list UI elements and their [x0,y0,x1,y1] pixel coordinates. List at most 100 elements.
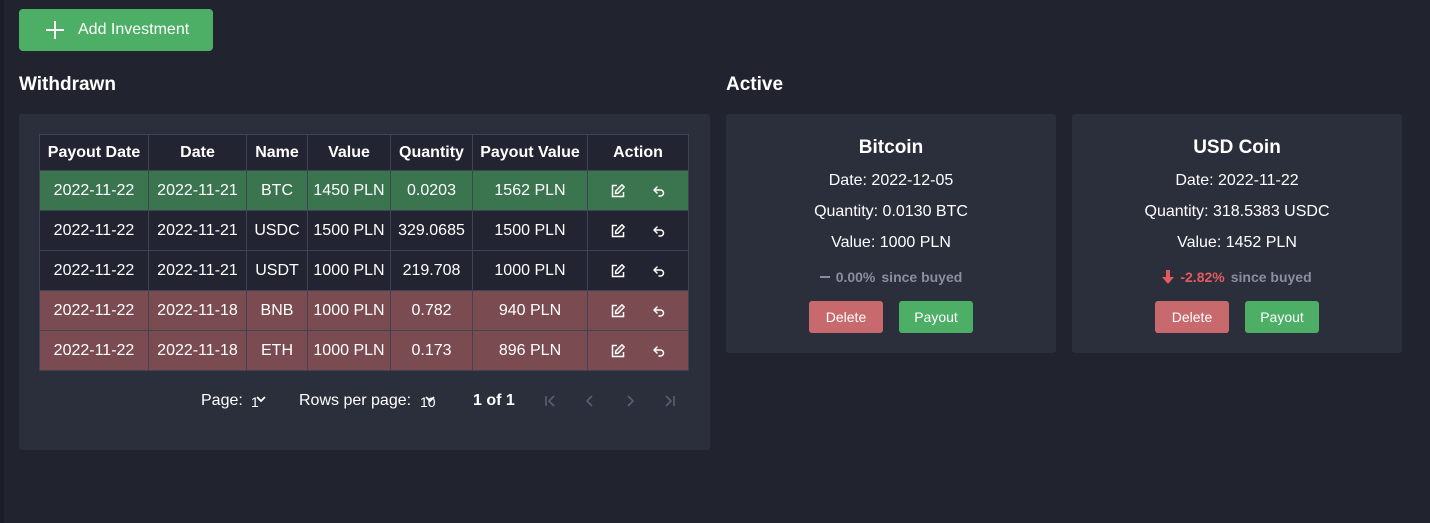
cell-name: USDC [246,210,308,251]
cell-date: 2022-11-21 [148,250,247,291]
card-date: Date: 2022-12-05 [828,172,954,189]
card-change: -2.82% since buyed [1072,269,1402,285]
table-row: 2022-11-22 2022-11-21 BTC 1450 PLN 0.0203 156… [39,170,689,211]
add-investment-button[interactable]: Add Investment [19,9,213,51]
change-percent: 0.00% [835,269,876,285]
undo-icon[interactable] [652,184,666,198]
withdrawn-panel: Payout Date Date Name Value Quantity Pay… [19,114,710,450]
card-change: 0.00% since buyed [726,269,1056,285]
cell-date: 2022-11-21 [148,210,247,251]
edit-icon[interactable] [610,223,626,239]
column-header-payout-date[interactable]: Payout Date [39,134,149,171]
active-section-title: Active [726,74,784,95]
next-page-icon[interactable] [625,394,635,408]
last-page-icon[interactable] [664,394,676,408]
column-header-payout-value[interactable]: Payout Value [472,134,588,171]
cell-payout-date: 2022-11-22 [39,250,149,291]
prev-page-icon[interactable] [585,394,595,408]
card-quantity: Quantity: 0.0130 BTC [814,203,968,220]
column-header-value[interactable]: Value [307,134,391,171]
arrow-down-icon [1162,270,1175,284]
column-header-date[interactable]: Date [148,134,247,171]
undo-icon[interactable] [652,304,666,318]
page-label: Page: [201,392,243,409]
cell-value: 1000 PLN [307,290,391,331]
cell-name: BTC [246,170,308,211]
card-value: Value: 1452 PLN [1177,234,1297,251]
cell-quantity: 219.708 [390,250,473,291]
undo-icon[interactable] [652,264,666,278]
card-date: Date: 2022-11-22 [1175,172,1299,189]
cell-value: 1500 PLN [307,210,391,251]
cell-payout-value: 896 PLN [472,330,588,371]
cell-action [587,290,689,331]
first-page-icon[interactable] [544,394,556,408]
cell-value: 1000 PLN [307,250,391,291]
change-since-label: since buyed [1230,269,1312,285]
cell-value: 1000 PLN [307,330,391,371]
cell-quantity: 0.782 [390,290,473,331]
rows-per-page-label: Rows per page: [299,392,412,409]
change-since-label: since buyed [881,269,963,285]
rows-per-page-value: 10 [420,394,436,410]
cell-payout-date: 2022-11-22 [39,290,149,331]
cell-payout-value: 1000 PLN [472,250,588,291]
page-select-value: 1 [251,394,259,410]
cell-payout-value: 940 PLN [472,290,588,331]
card-quantity: Quantity: 318.5383 USDC [1144,203,1330,220]
table-row: 2022-11-22 2022-11-18 BNB 1000 PLN 0.782 940 … [39,290,689,331]
table-row: 2022-11-22 2022-11-18 ETH 1000 PLN 0.173 896 … [39,330,689,371]
add-investment-label: Add Investment [78,21,190,38]
cell-value: 1450 PLN [307,170,391,211]
column-header-name[interactable]: Name [246,134,308,171]
payout-button[interactable]: Payout [899,301,973,333]
pagination-bar: Page: 1 Rows per page: 10 1 of 1 [19,390,710,414]
active-card-usd-coin: USD Coin Date: 2022-11-22 Quantity: 318.… [1072,114,1402,353]
page-count: 1 of 1 [473,392,515,409]
delete-button[interactable]: Delete [1155,301,1229,333]
cell-action [587,170,689,211]
delete-button[interactable]: Delete [809,301,883,333]
cell-quantity: 0.0203 [390,170,473,211]
table-row: 2022-11-22 2022-11-21 USDT 1000 PLN 219.708 1… [39,250,689,291]
cell-payout-date: 2022-11-22 [39,330,149,371]
edit-icon[interactable] [610,303,626,319]
page-select[interactable]: 1 [251,392,268,410]
table-header-row: Payout Date Date Name Value Quantity Pay… [39,134,689,171]
cell-date: 2022-11-18 [148,290,247,331]
left-edge-strip [0,0,4,523]
cell-date: 2022-11-18 [148,330,247,371]
cell-quantity: 0.173 [390,330,473,371]
column-header-action: Action [587,134,689,171]
active-card-bitcoin: Bitcoin Date: 2022-12-05 Quantity: 0.013… [726,114,1056,353]
card-value: Value: 1000 PLN [831,234,951,251]
cell-quantity: 329.0685 [390,210,473,251]
cell-action [587,210,689,251]
card-title: Bitcoin [858,137,924,158]
withdrawn-section-title: Withdrawn [19,74,116,95]
cell-action [587,250,689,291]
cell-payout-date: 2022-11-22 [39,210,149,251]
edit-icon[interactable] [610,183,626,199]
rows-per-page-select[interactable]: 10 [420,392,437,410]
edit-icon[interactable] [610,343,626,359]
withdrawn-table: Payout Date Date Name Value Quantity Pay… [39,134,689,371]
cell-action [587,330,689,371]
cell-name: BNB [246,290,308,331]
cell-payout-value: 1500 PLN [472,210,588,251]
column-header-quantity[interactable]: Quantity [390,134,473,171]
dash-icon [819,276,830,278]
cell-name: ETH [246,330,308,371]
edit-icon[interactable] [610,263,626,279]
card-title: USD Coin [1193,137,1281,158]
undo-icon[interactable] [652,344,666,358]
table-row: 2022-11-22 2022-11-21 USDC 1500 PLN 329.0685… [39,210,689,251]
payout-button[interactable]: Payout [1245,301,1319,333]
cell-date: 2022-11-21 [148,170,247,211]
plus-icon [46,21,64,39]
cell-payout-value: 1562 PLN [472,170,588,211]
change-percent: -2.82% [1180,269,1225,285]
undo-icon[interactable] [652,224,666,238]
cell-payout-date: 2022-11-22 [39,170,149,211]
cell-name: USDT [246,250,308,291]
